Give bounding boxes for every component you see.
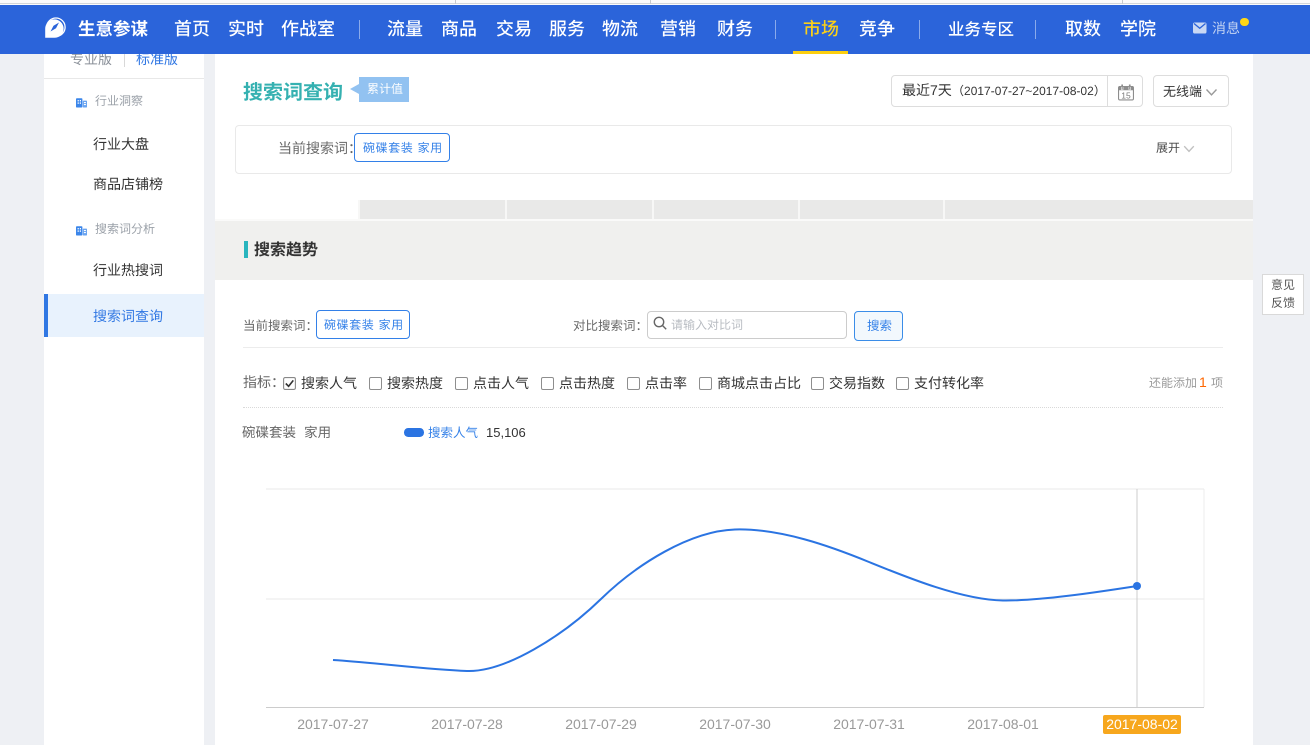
svg-text:15: 15	[1121, 90, 1131, 100]
